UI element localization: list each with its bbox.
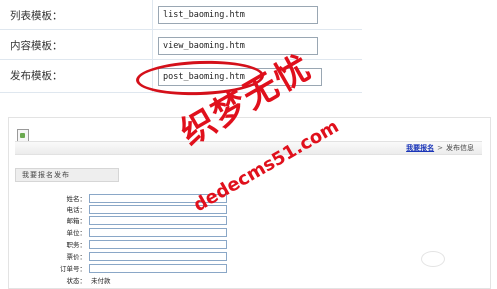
list-template-input[interactable]: [158, 6, 318, 24]
post-template-input[interactable]: [158, 68, 322, 86]
field-phone: 电话：: [9, 205, 309, 215]
breadcrumb-link-signup[interactable]: 我要报名: [406, 144, 434, 152]
phone-input[interactable]: [89, 205, 227, 214]
form-title: 我要报名发布: [15, 168, 119, 182]
field-label: 单位：: [66, 229, 87, 237]
field-company: 单位：: [9, 228, 309, 238]
post-template-row: 发布模板：: [0, 60, 362, 93]
list-template-row: 列表模板：: [0, 0, 362, 30]
field-label: 姓名：: [66, 195, 87, 203]
signup-form-panel: 我要报名 > 发布信息 我要报名发布 姓名： 电话： 邮箱： 单位： 职务： 票价：…: [8, 117, 491, 289]
content-template-row: 内容模板：: [0, 30, 362, 60]
field-name: 姓名：: [9, 194, 309, 204]
post-template-label: 发布模板：: [10, 70, 63, 82]
breadcrumb-separator: >: [437, 144, 443, 152]
field-price: 票价：: [9, 252, 309, 262]
row-divider: [152, 30, 153, 59]
field-status: 状态： 未付款: [9, 276, 309, 286]
company-input[interactable]: [89, 228, 227, 237]
status-value: 未付款: [91, 277, 111, 285]
row-divider: [152, 0, 153, 29]
content-template-input[interactable]: [158, 37, 318, 55]
field-label: 电话：: [66, 206, 87, 214]
order-number-input[interactable]: [89, 264, 227, 273]
name-input[interactable]: [89, 194, 227, 203]
field-label: 职务：: [66, 241, 87, 249]
faint-logo-icon: [421, 251, 445, 267]
template-settings-panel: 列表模板： 内容模板： 发布模板：: [0, 0, 362, 98]
price-input[interactable]: [89, 252, 227, 261]
row-divider: [152, 60, 153, 92]
email-input[interactable]: [89, 216, 227, 225]
field-label: 票价：: [66, 253, 87, 261]
field-label: 订单号：: [60, 265, 86, 273]
field-label: 状态：: [66, 277, 87, 285]
field-email: 邮箱：: [9, 216, 309, 226]
breadcrumb: 我要报名 > 发布信息: [15, 141, 482, 155]
list-template-label: 列表模板：: [10, 10, 63, 22]
field-order-number: 订单号：: [9, 264, 309, 274]
position-input[interactable]: [89, 240, 227, 249]
field-position: 职务：: [9, 240, 309, 250]
content-template-label: 内容模板：: [10, 40, 63, 52]
breadcrumb-current: 发布信息: [446, 144, 474, 152]
field-label: 邮箱：: [66, 217, 87, 225]
